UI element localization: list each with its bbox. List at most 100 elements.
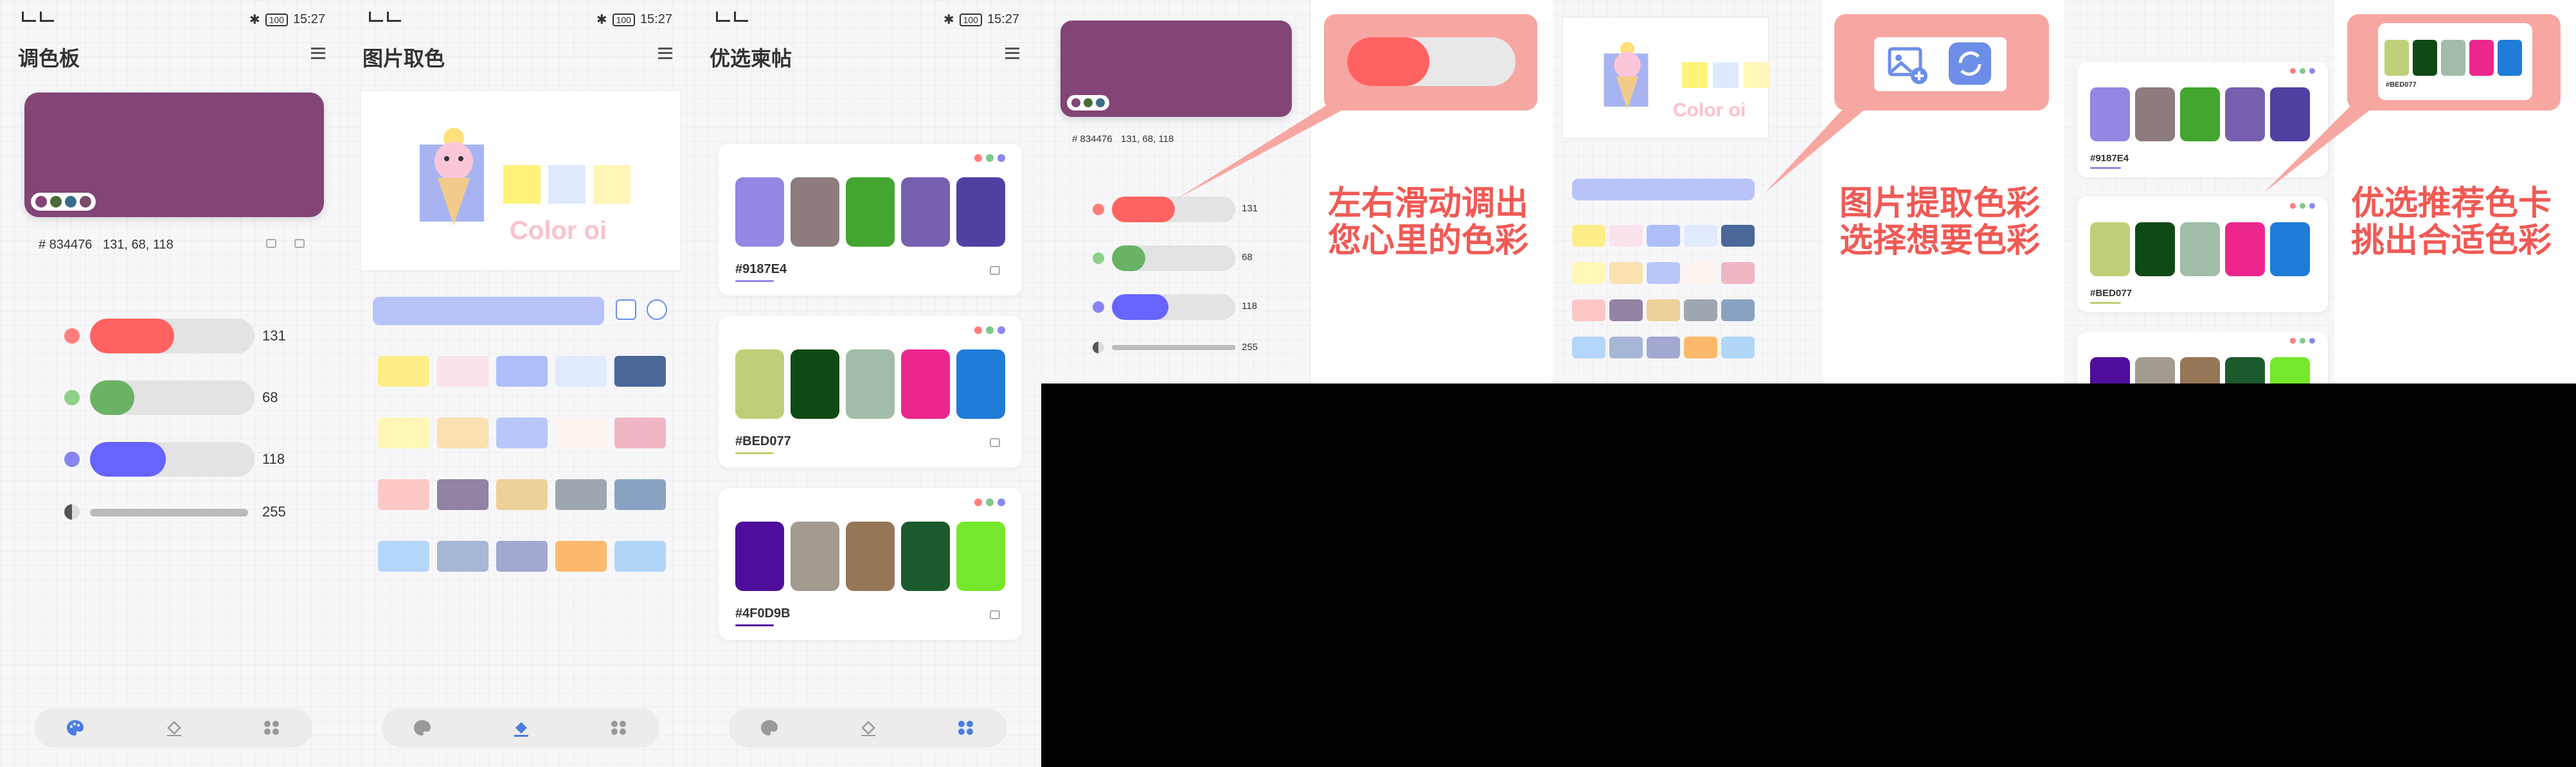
extracted-color-tile (1684, 299, 1717, 321)
card-dot (2290, 68, 2296, 74)
promo-bubble-slider (1324, 14, 1537, 110)
extracted-color-tile[interactable] (437, 418, 488, 448)
card-swatch[interactable] (956, 522, 1005, 591)
copy-icon[interactable] (990, 438, 1000, 447)
card-swatch[interactable] (846, 349, 895, 419)
card-swatch (2090, 87, 2130, 141)
green-track[interactable] (90, 380, 255, 415)
page-title: 优选柬帖 (710, 47, 792, 70)
menu-icon[interactable] (311, 48, 325, 59)
mini-color-dot (80, 196, 91, 207)
card-swatch[interactable] (735, 349, 784, 419)
promo-slider-dot-icon (1093, 301, 1104, 313)
image-palette-swatch (1682, 62, 1708, 88)
image-palette-swatch[interactable] (593, 165, 631, 204)
extracted-color-tile[interactable] (555, 541, 607, 572)
extracted-color-tile[interactable] (496, 356, 548, 387)
card-swatch[interactable] (735, 177, 784, 247)
promo-blue-slider: 118 (1093, 294, 1285, 320)
menu-icon[interactable] (658, 48, 672, 59)
extracted-color-tile (1572, 299, 1606, 321)
logo-text: Color oi (510, 216, 607, 245)
extracted-color-tile[interactable] (555, 356, 607, 387)
card-swatch (2270, 357, 2310, 384)
mini-color-dot (50, 196, 62, 207)
extracted-color-tile[interactable] (378, 541, 429, 572)
card-swatch[interactable] (901, 522, 950, 591)
extracted-color-tile[interactable] (555, 418, 607, 448)
paint-bucket-icon[interactable] (512, 719, 531, 737)
clock: 15:27 (987, 12, 1019, 26)
extracted-color-tile[interactable] (614, 356, 666, 387)
extracted-color-tile[interactable] (378, 356, 429, 387)
signal-icon (716, 12, 730, 22)
paint-bucket-icon[interactable] (165, 719, 184, 737)
extracted-color-tile (1572, 262, 1606, 284)
bottom-nav (35, 708, 312, 748)
add-image-icon[interactable] (616, 299, 636, 320)
card-dot (986, 498, 994, 506)
extracted-color-tile[interactable] (496, 541, 548, 572)
main-color-swatch[interactable] (24, 93, 324, 217)
extracted-color-tile[interactable] (496, 418, 548, 448)
paint-bucket-icon[interactable] (859, 719, 878, 737)
camera-icon[interactable] (266, 239, 276, 248)
extracted-color-tile[interactable] (555, 479, 607, 510)
grid-icon[interactable] (609, 719, 629, 737)
refresh-icon[interactable] (647, 299, 667, 320)
favorite-card[interactable]: #9187E4 (719, 144, 1022, 295)
status-bar: ✱ 100 15:27 (694, 12, 1041, 30)
bubble-pointer (1765, 96, 1881, 193)
card-swatch[interactable] (791, 522, 839, 591)
favorite-card[interactable]: #BED077 (719, 316, 1022, 468)
palette-icon[interactable] (413, 719, 432, 737)
color-search-bar[interactable] (373, 297, 604, 325)
card-swatch[interactable] (846, 522, 895, 591)
palette-icon[interactable] (66, 719, 85, 737)
icecream-illustration (1604, 42, 1649, 110)
image-palette-swatch[interactable] (503, 165, 541, 204)
card-swatch[interactable] (901, 349, 950, 419)
bubble-swatch (2384, 40, 2409, 76)
palette-icon[interactable] (760, 719, 779, 737)
mini-color-dot (35, 196, 47, 207)
extracted-color-tile[interactable] (437, 541, 488, 572)
extracted-color-tile[interactable] (437, 479, 488, 510)
menu-icon[interactable] (1005, 48, 1019, 59)
card-swatch[interactable] (735, 522, 784, 591)
card-swatch[interactable] (956, 177, 1005, 247)
card-swatch[interactable] (956, 349, 1005, 419)
card-swatch[interactable] (791, 177, 839, 247)
favorite-card[interactable]: #4F0D9B (719, 488, 1022, 640)
red-track[interactable] (90, 319, 255, 353)
card-hex-underline (735, 452, 774, 454)
card-hex-underline (2090, 167, 2121, 169)
alpha-track[interactable] (90, 509, 248, 516)
extracted-color-tile[interactable] (614, 479, 666, 510)
copy-icon[interactable] (990, 266, 1000, 275)
card-dot (974, 498, 982, 506)
card-swatch[interactable] (901, 177, 950, 247)
extracted-color-tile[interactable] (437, 356, 488, 387)
extracted-color-tile[interactable] (378, 418, 429, 448)
card-swatch[interactable] (846, 177, 895, 247)
bubble-swatch (2498, 40, 2522, 76)
extracted-color-tile[interactable] (378, 479, 429, 510)
image-palette-swatch[interactable] (548, 165, 586, 204)
battery-icon: 100 (959, 13, 982, 26)
extracted-color-tile[interactable] (496, 479, 548, 510)
card-swatch[interactable] (791, 349, 839, 419)
copy-icon[interactable] (294, 239, 305, 248)
picked-image[interactable]: Color oi (360, 90, 681, 271)
extracted-color-tile (1721, 262, 1755, 284)
promo-green-slider: 68 (1093, 245, 1285, 271)
card-dot (974, 154, 982, 162)
grid-icon[interactable] (956, 719, 976, 737)
grid-icon[interactable] (262, 719, 282, 737)
extracted-color-tile[interactable] (614, 418, 666, 448)
copy-icon[interactable] (990, 610, 1000, 619)
bottom-nav (729, 708, 1006, 748)
extracted-color-tile[interactable] (614, 541, 666, 572)
image-picker-screen: ✱ 100 15:27 图片取色 Color oi (347, 0, 694, 767)
blue-track[interactable] (90, 442, 255, 477)
